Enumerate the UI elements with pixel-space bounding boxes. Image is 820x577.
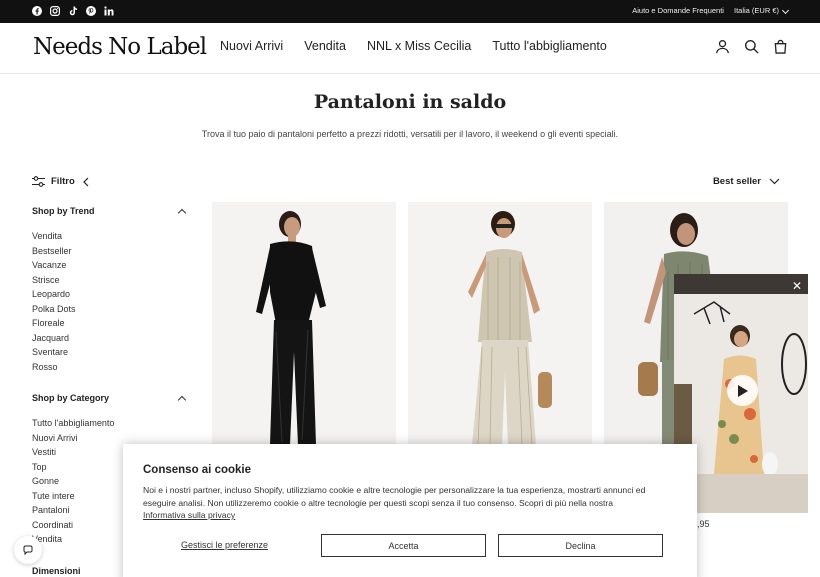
page-subtitle: Trova il tuo paio di pantaloni perfetto … (201, 129, 619, 139)
chat-icon (23, 545, 33, 555)
product-card[interactable] (408, 202, 592, 445)
nav-item-nnl-miss-cecilia[interactable]: NNL x Miss Cecilia (367, 39, 471, 53)
nav-item-sale[interactable]: Vendita (304, 39, 346, 53)
filter-option[interactable]: Sventare (32, 345, 187, 360)
nav-item-all-clothing[interactable]: Tutto l'abbigliamento (492, 39, 607, 53)
filter-group-trend-list: Vendita Bestseller Vacanze Strisce Leopa… (32, 229, 187, 374)
close-icon[interactable]: ✕ (792, 279, 802, 293)
accept-button[interactable]: Accetta (321, 534, 486, 557)
cookie-actions: Gestisci le preferenze Accetta Declina (143, 534, 664, 557)
region-label: Italia (EUR €) (733, 6, 779, 15)
account-icon[interactable] (715, 39, 730, 54)
play-icon (737, 384, 748, 397)
filter-label: Filtro (51, 176, 75, 187)
chat-button[interactable] (14, 536, 42, 564)
filter-option[interactable]: Tutto l'abbigliamento (32, 416, 187, 431)
chevron-left-icon (82, 177, 89, 186)
filter-group-title: Shop by Trend (32, 206, 95, 216)
nav-item-new-arrivals[interactable]: Nuovi Arrivi (220, 39, 283, 53)
site-logo[interactable]: Needs No Label (33, 34, 207, 60)
filter-option[interactable]: Polka Dots (32, 302, 187, 317)
filter-option[interactable]: Floreale (32, 316, 187, 331)
sort-label: Best seller (712, 176, 761, 187)
filter-group-title: Shop by Category (32, 393, 110, 403)
manage-preferences-button[interactable]: Gestisci le preferenze (181, 540, 268, 550)
chevron-up-icon (177, 208, 187, 217)
filter-icon (32, 176, 45, 187)
filter-option[interactable]: Bestseller (32, 244, 187, 259)
cookie-consent-banner: Consenso ai cookie Noi e i nostri partne… (123, 444, 697, 577)
social-links (32, 5, 114, 16)
site-header: Needs No Label Nuovi Arrivi Vendita NNL … (0, 23, 820, 74)
header-actions (715, 39, 788, 54)
filter-option[interactable]: Jacquard (32, 331, 187, 346)
chevron-down-icon (781, 6, 790, 15)
filter-option[interactable]: Strisce (32, 273, 187, 288)
filter-group-title: Dimensioni (32, 565, 81, 576)
chevron-down-icon (769, 178, 780, 185)
chevron-up-icon (177, 395, 187, 404)
privacy-policy-link[interactable]: Informativa sulla privacy (143, 510, 235, 520)
cookie-text: Noi e i nostri partner, incluso Shopify,… (143, 484, 673, 522)
page-title: Pantaloni in saldo (313, 91, 507, 113)
product-image (408, 202, 592, 445)
facebook-icon[interactable] (32, 5, 42, 16)
filter-toggle[interactable]: Filtro (32, 176, 91, 187)
search-icon[interactable] (744, 39, 759, 54)
cookie-title: Consenso ai cookie (143, 464, 252, 476)
sort-select[interactable]: Best seller (713, 176, 780, 187)
help-link[interactable]: Aiuto e Domande Frequenti (632, 6, 724, 15)
cookie-description: Noi e i nostri partner, incluso Shopify,… (143, 485, 646, 508)
filter-option[interactable]: Vacanze (32, 258, 187, 273)
instagram-icon[interactable] (50, 5, 60, 16)
product-price: ,95 (697, 519, 710, 529)
tiktok-icon[interactable] (68, 5, 78, 16)
product-card[interactable] (212, 202, 396, 445)
linkedin-icon[interactable] (104, 5, 114, 16)
filter-option[interactable]: Nuovi Arrivi (32, 431, 187, 446)
filter-group-category-header[interactable]: Shop by Category (32, 392, 187, 404)
decline-button[interactable]: Declina (498, 534, 663, 557)
filter-option[interactable]: Leopardo (32, 287, 187, 302)
pinterest-icon[interactable] (86, 5, 96, 16)
announcement-bar: Aiuto e Domande Frequenti Italia (EUR €) (0, 0, 820, 23)
filter-option[interactable]: Vendita (32, 229, 187, 244)
play-button[interactable] (727, 375, 758, 406)
region-selector[interactable]: Italia (EUR €) (733, 6, 790, 15)
filter-group-trend-header[interactable]: Shop by Trend (32, 205, 187, 217)
main-nav: Nuovi Arrivi Vendita NNL x Miss Cecilia … (220, 39, 607, 53)
cart-icon[interactable] (773, 39, 788, 54)
product-image (212, 202, 396, 445)
filter-option[interactable]: Rosso (32, 360, 187, 375)
